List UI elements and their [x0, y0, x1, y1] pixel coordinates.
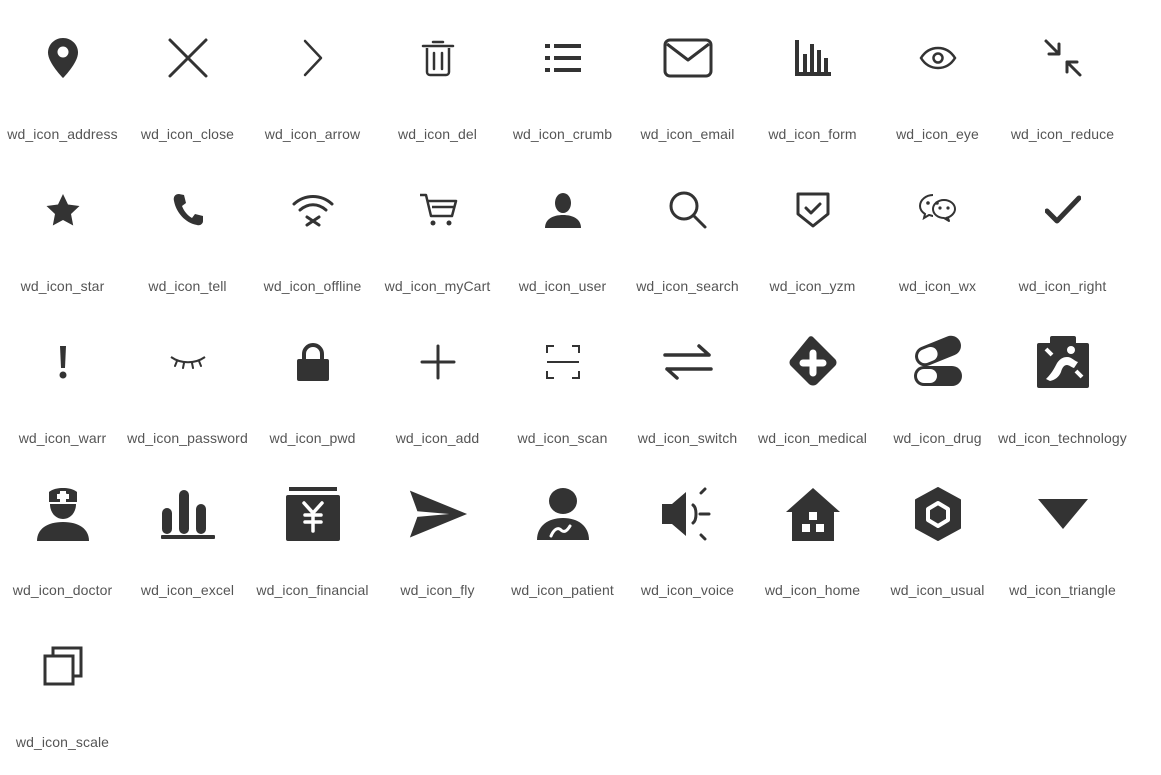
triangle-down-icon	[1033, 484, 1093, 544]
pills-icon	[908, 332, 968, 392]
overlap-squares-icon	[33, 636, 93, 696]
icon-cell-scale: wd_icon_scale	[0, 608, 125, 760]
close-icon	[158, 28, 218, 88]
scan-icon	[533, 332, 593, 392]
icon-cell-right: wd_icon_right	[1000, 152, 1125, 304]
home-icon	[783, 484, 843, 544]
list-icon	[533, 28, 593, 88]
collapse-arrows-icon	[1033, 28, 1093, 88]
switch-arrows-icon	[658, 332, 718, 392]
icon-label: wd_icon_technology	[998, 430, 1127, 446]
search-icon	[658, 180, 718, 240]
trash-icon	[408, 28, 468, 88]
icon-label: wd_icon_reduce	[1010, 126, 1115, 142]
location-pin-icon	[33, 28, 93, 88]
icon-grid: wd_icon_address wd_icon_close wd_icon_ar…	[0, 0, 1161, 775]
shield-check-icon	[783, 180, 843, 240]
envelope-icon	[658, 28, 718, 88]
plus-icon	[408, 332, 468, 392]
financial-yen-icon	[283, 484, 343, 544]
icon-cell-technology: wd_icon_technology	[998, 304, 1127, 456]
lock-icon	[283, 332, 343, 392]
icon-label: wd_icon_right	[1018, 278, 1107, 294]
phone-icon	[158, 180, 218, 240]
medical-cross-icon	[783, 332, 843, 392]
doctor-icon	[33, 484, 93, 544]
bar-chart-icon	[783, 28, 843, 88]
eye-icon	[908, 28, 968, 88]
patient-icon	[533, 484, 593, 544]
checkmark-icon	[1033, 180, 1093, 240]
technology-icon	[1033, 332, 1093, 392]
wifi-off-icon	[283, 180, 343, 240]
cart-icon	[408, 180, 468, 240]
exclamation-icon	[33, 332, 93, 392]
star-icon	[33, 180, 93, 240]
icon-label: wd_icon_scale	[15, 734, 110, 750]
wechat-icon	[908, 180, 968, 240]
hexagon-icon	[908, 484, 968, 544]
icon-cell-triangle: wd_icon_triangle	[1000, 456, 1125, 608]
excel-bars-icon	[158, 484, 218, 544]
chevron-right-icon	[283, 28, 343, 88]
icon-cell-reduce: wd_icon_reduce	[1000, 0, 1125, 152]
closed-eye-icon	[158, 332, 218, 392]
icon-label: wd_icon_triangle	[1009, 582, 1116, 598]
user-icon	[533, 180, 593, 240]
speaker-icon	[658, 484, 718, 544]
paper-plane-icon	[408, 484, 468, 544]
